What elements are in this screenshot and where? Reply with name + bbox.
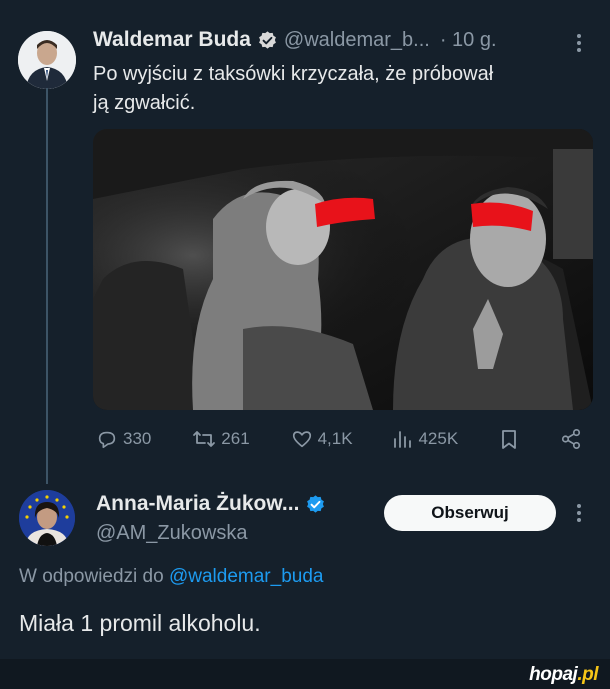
tweet-media[interactable] [93,129,593,410]
reply-icon [98,431,116,449]
reply-header: Anna-Maria Żukow... [96,492,326,516]
follow-button[interactable]: Obserwuj [384,495,556,531]
repost-icon [193,431,216,447]
action-bar: 330 261 4,1K 425K [96,428,582,450]
reply-mention-link[interactable]: @waldemar_buda [169,566,324,587]
views-icon [394,431,412,448]
watermark-brand: hopaj [529,664,578,685]
bookmark-icon [502,430,516,449]
reply-button[interactable]: 330 [96,428,151,450]
tweet-text-line: Po wyjściu z taksówki krzyczała, że prób… [93,63,494,85]
like-button[interactable]: 4,1K [291,428,353,450]
thread-line [46,88,48,484]
like-icon [292,431,311,448]
tweet-time[interactable]: · 10 g. [440,29,497,52]
author-avatar-image [18,31,76,89]
footer-bar [0,659,610,689]
reply-author-avatar[interactable] [19,490,75,546]
like-count: 4,1K [317,429,353,448]
reply-context-prefix: W odpowiedzi do [19,566,164,587]
media-image [93,129,593,410]
more-icon[interactable] [573,502,585,529]
tweet-header: Waldemar Buda @waldemar_b... · 10 g. [93,28,497,52]
verified-badge-icon [259,30,276,49]
bookmark-button[interactable] [499,428,519,450]
author-avatar[interactable] [18,31,76,89]
reply-text: Miała 1 promil alkoholu. [19,610,261,636]
reply-author-handle[interactable]: @AM_Zukowska [96,522,247,545]
reply-count: 330 [123,429,152,448]
views-button[interactable]: 425K [393,428,458,450]
author-handle[interactable]: @waldemar_b... [284,29,430,52]
share-button[interactable] [560,428,582,450]
share-icon [561,429,581,449]
repost-button[interactable]: 261 [192,428,250,450]
author-name[interactable]: Waldemar Buda [93,28,251,52]
tweet-text-line: ją zgwałcić. [93,92,196,114]
verified-badge-icon [307,494,325,513]
tweet-text: Po wyjściu z taksówki krzyczała, że prób… [93,60,593,118]
more-icon[interactable] [573,32,585,59]
views-count: 425K [418,429,459,448]
watermark-domain: .pl [577,664,598,685]
reply-context: W odpowiedzi do @waldemar_buda [19,566,323,588]
repost-count: 261 [221,429,250,448]
eu-stars-icon [19,490,75,546]
reply-author-name[interactable]: Anna-Maria Żukow... [96,492,299,516]
watermark-logo: hopaj.pl [529,664,598,686]
